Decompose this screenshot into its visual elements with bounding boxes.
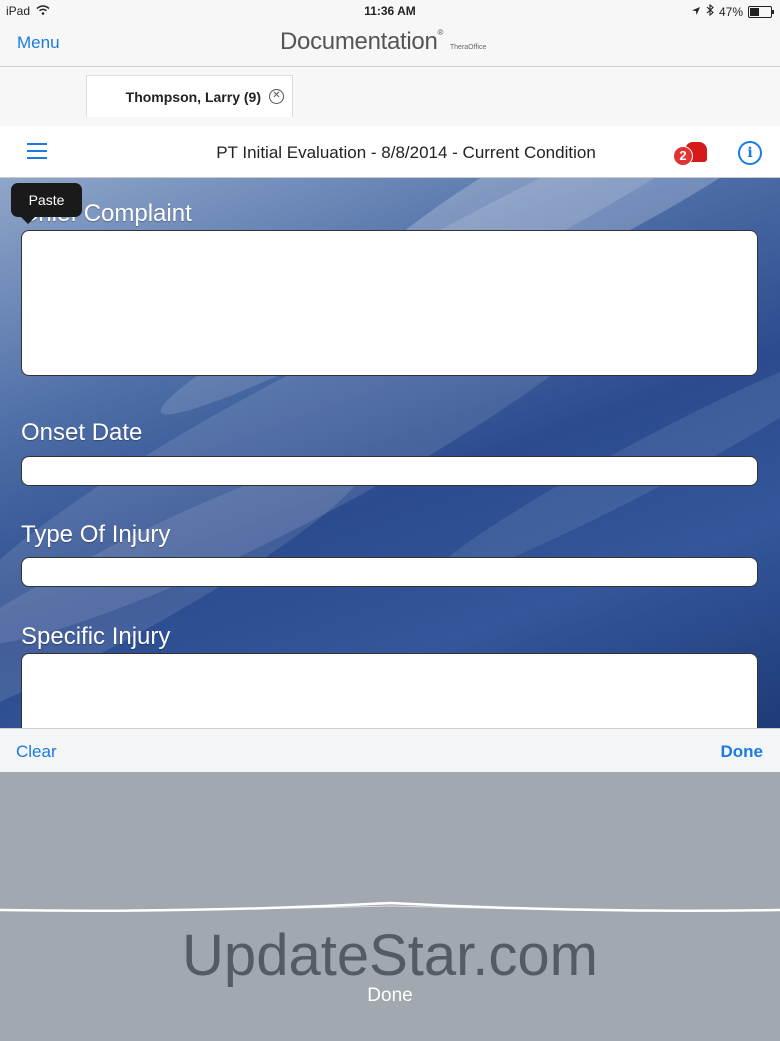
type-of-injury-field[interactable] [21,557,758,587]
specific-injury-label: Specific Injury [21,623,171,650]
dictation-panel: UpdateStar.com Done [0,772,780,1041]
chief-complaint-field[interactable] [21,230,758,376]
watermark: UpdateStar.com [182,923,598,988]
bluetooth-icon [706,3,714,19]
form-area: Chief Complaint Onset Date Type Of Injur… [0,178,780,728]
specific-injury-field[interactable] [21,653,758,728]
patient-name: Thompson, Larry (9) [125,88,261,105]
dictation-waveform [0,901,780,912]
onset-date-label: Onset Date [21,419,143,446]
paste-menu-item[interactable]: Paste [11,183,82,224]
dictation-done-button[interactable]: Done [0,985,780,1007]
type-of-injury-label: Type Of Injury [21,521,171,548]
status-time: 11:36 AM [364,4,416,18]
done-button[interactable]: Done [721,742,764,762]
section-title-bar: PT Initial Evaluation - 8/8/2014 - Curre… [0,126,780,178]
info-icon[interactable]: i [738,141,762,165]
battery-icon [748,5,774,18]
patient-tab[interactable]: Thompson, Larry (9) ✕ [86,75,293,117]
patient-tab-strip: Thompson, Larry (9) ✕ [0,67,780,126]
logo-text: Documentation [280,28,438,55]
app-logo: Documentation® TheraOffice [280,28,487,55]
keyboard-toolbar: Clear Done [0,728,780,773]
menu-button[interactable]: Menu [17,33,60,53]
logo-subtext: TheraOffice [449,44,487,51]
onset-date-field[interactable] [21,456,758,486]
location-icon [691,5,701,19]
status-bar: iPad 11:36 AM 47% [0,0,780,22]
nav-bar: Menu Documentation® TheraOffice [0,22,780,67]
page-title: PT Initial Evaluation - 8/8/2014 - Curre… [216,143,596,162]
close-tab-icon[interactable]: ✕ [269,89,284,104]
clear-button[interactable]: Clear [16,742,57,762]
alarm-notification[interactable]: 2 [673,142,709,166]
battery-percent: 47% [718,4,743,19]
alarm-count-badge: 2 [673,146,693,166]
